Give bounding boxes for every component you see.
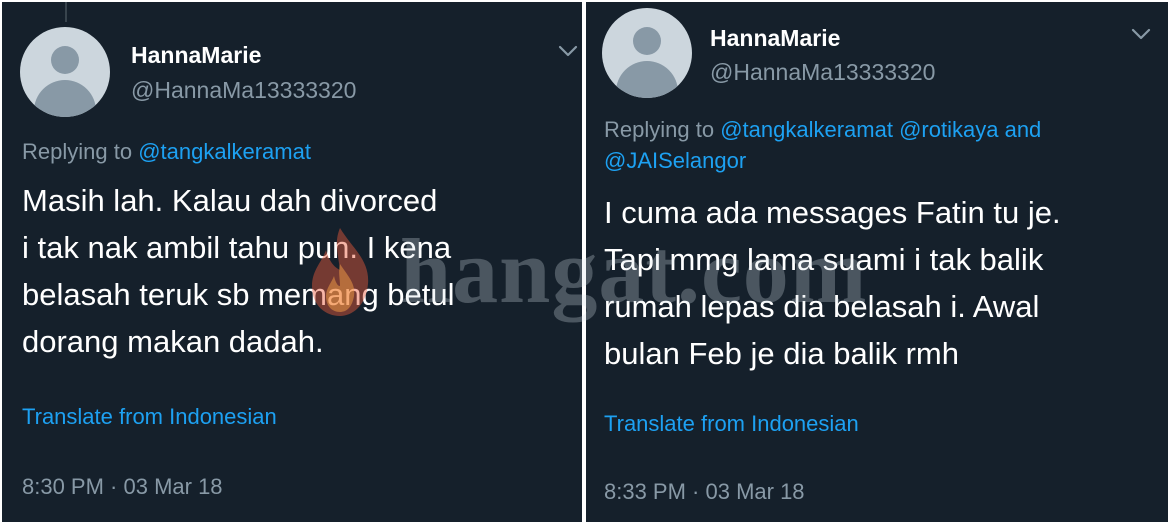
tweet-card[interactable]: HannaMarie @HannaMa13333320 Replying to … [586,2,1168,522]
default-avatar-icon[interactable] [602,8,692,98]
reply-and-label: and [1004,117,1042,142]
mention-link[interactable]: @JAISelangor [604,148,746,173]
timestamp[interactable]: 8:33 PM · 03 Mar 18 [604,479,805,505]
display-name[interactable]: HannaMarie [131,42,261,69]
timestamp[interactable]: 8:30 PM · 03 Mar 18 [22,474,223,500]
replying-to-line: Replying to @tangkalkeramat [22,136,562,167]
replying-to-label: Replying to [22,139,133,164]
replying-to-line: Replying to @tangkalkeramat @rotikaya an… [604,114,1094,176]
chevron-down-icon[interactable] [1131,27,1151,41]
mention-link[interactable]: @tangkalkeramat [720,117,893,142]
replying-to-label: Replying to [604,117,715,142]
default-avatar-icon[interactable] [20,27,110,117]
translate-link[interactable]: Translate from Indonesian [22,404,277,430]
chevron-down-icon[interactable] [558,44,578,58]
mention-link[interactable]: @rotikaya [899,117,998,142]
display-name[interactable]: HannaMarie [710,25,840,52]
mention-link[interactable]: @tangkalkeramat [138,139,311,164]
thread-connector-line [65,2,67,22]
user-handle[interactable]: @HannaMa13333320 [131,77,356,104]
tweet-text: I cuma ada messages Fatin tu je. Tapi mm… [604,195,1061,371]
user-handle[interactable]: @HannaMa13333320 [710,59,935,86]
tweet-card[interactable]: HannaMarie @HannaMa13333320 Replying to … [2,2,582,522]
tweet-text: Masih lah. Kalau dah divorced i tak nak … [22,183,455,359]
translate-link[interactable]: Translate from Indonesian [604,411,859,437]
